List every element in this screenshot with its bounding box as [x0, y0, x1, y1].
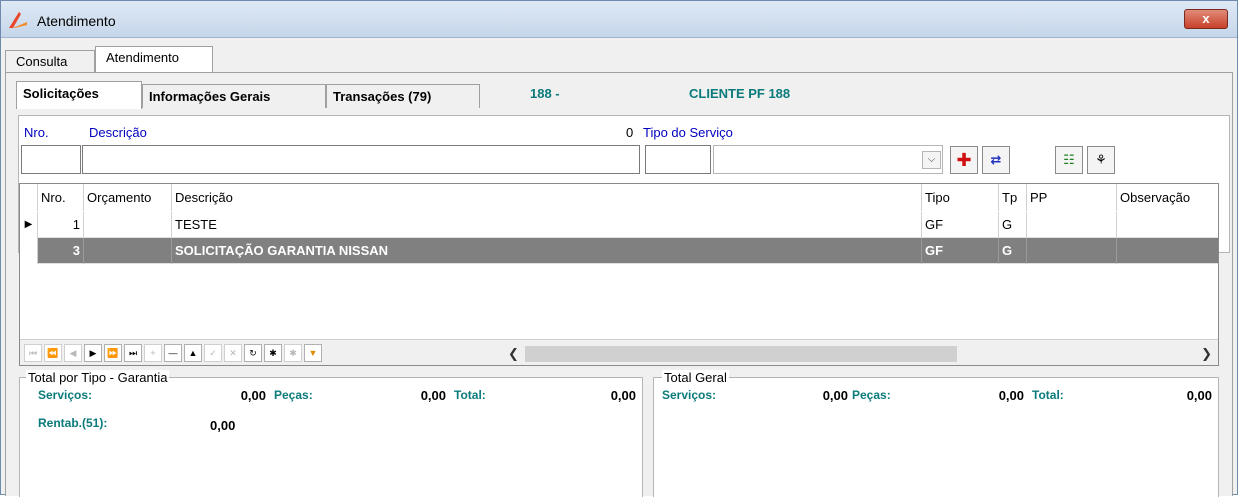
- app-logo-icon: [9, 12, 27, 28]
- geral-servicos-value: 0,00: [822, 388, 848, 403]
- grid-navigator: ⏮ ⏪ ◀ ▶ ⏩ ⏭ + — ▲ ✓ ✕ ↻ ✱ ✱ ▼ ❮ ❯: [20, 339, 1218, 365]
- next-page-icon[interactable]: ⏩: [104, 344, 122, 362]
- atendimento-window: Atendimento x Consulta Atendimento Solic…: [0, 0, 1238, 497]
- cell-observacao[interactable]: [1117, 238, 1218, 264]
- cell-pp[interactable]: [1027, 212, 1117, 238]
- char-counter: 0: [626, 125, 634, 140]
- geral-pecas-value: 0,00: [998, 388, 1024, 403]
- tipo-servico-code-field[interactable]: [645, 145, 711, 174]
- table-row[interactable]: ▶ 1 TESTE GF G: [20, 212, 1218, 238]
- refresh-icon[interactable]: ↻: [244, 344, 262, 362]
- filter-icon[interactable]: ▼: [304, 344, 322, 362]
- chevron-down-icon[interactable]: ⌵: [922, 151, 941, 169]
- tab-transacoes[interactable]: Transações (79): [326, 84, 480, 108]
- col-observacao[interactable]: Observação: [1117, 184, 1218, 211]
- tipo-servico-label: Tipo do Serviço: [643, 125, 733, 140]
- prev-page-icon[interactable]: ⏪: [44, 344, 62, 362]
- rentab-label: Rentab.(51):: [38, 416, 108, 430]
- cell-tipo[interactable]: GF: [922, 212, 999, 238]
- bookmark-icon[interactable]: ✱: [264, 344, 282, 362]
- geral-total-label: Total:: [1032, 388, 1064, 402]
- cell-pp[interactable]: [1027, 238, 1117, 264]
- total-geral-title: Total Geral: [662, 370, 729, 385]
- table-row[interactable]: 3 SOLICITAÇÃO GARANTIA NISSAN GF G: [20, 238, 1218, 264]
- tipo-total-value: 0,00: [610, 388, 636, 403]
- post-icon[interactable]: ✓: [204, 344, 222, 362]
- cell-descricao[interactable]: TESTE: [172, 212, 922, 238]
- cell-tipo[interactable]: GF: [922, 238, 999, 264]
- close-button[interactable]: x: [1184, 9, 1228, 29]
- add-plus-button[interactable]: ✚: [950, 146, 978, 174]
- tipo-servico-select[interactable]: ⌵: [713, 145, 943, 174]
- row-indicator: [20, 238, 38, 264]
- geral-total-value: 0,00: [1186, 388, 1212, 403]
- cell-observacao[interactable]: [1117, 212, 1218, 238]
- grid-header-indicator: [20, 184, 38, 211]
- descricao-label: Descrição: [89, 125, 147, 140]
- col-nro[interactable]: Nro.: [38, 184, 84, 211]
- cancel-icon[interactable]: ✕: [224, 344, 242, 362]
- nro-label: Nro.: [24, 125, 49, 140]
- cell-descricao[interactable]: SOLICITAÇÃO GARANTIA NISSAN: [172, 238, 922, 264]
- tab-consulta[interactable]: Consulta: [5, 50, 95, 72]
- nro-field[interactable]: [21, 145, 81, 174]
- delete-icon[interactable]: —: [164, 344, 182, 362]
- col-orcamento[interactable]: Orçamento: [84, 184, 172, 211]
- col-tp[interactable]: Tp: [999, 184, 1027, 211]
- tipo-pecas-label: Peças:: [274, 388, 313, 402]
- edit-icon[interactable]: ▲: [184, 344, 202, 362]
- cell-nro[interactable]: 3: [38, 238, 84, 264]
- cell-orcamento[interactable]: [84, 238, 172, 264]
- cell-tp[interactable]: G: [999, 212, 1027, 238]
- cell-orcamento[interactable]: [84, 212, 172, 238]
- oil-can-icon-button[interactable]: ⚘: [1087, 146, 1115, 174]
- transfer-icon-button[interactable]: ⇄: [982, 146, 1010, 174]
- col-tipo[interactable]: Tipo: [922, 184, 999, 211]
- total-por-tipo-group: Total por Tipo - Garantia Serviços: 0,00…: [19, 370, 643, 497]
- geral-servicos-label: Serviços:: [662, 388, 717, 402]
- row-pointer-icon: ▶: [20, 212, 38, 238]
- cell-tp[interactable]: G: [999, 238, 1027, 264]
- tipo-total-label: Total:: [454, 388, 486, 402]
- scroll-thumb[interactable]: [525, 346, 957, 362]
- descricao-field[interactable]: [82, 145, 640, 174]
- goto-bookmark-icon[interactable]: ✱: [284, 344, 302, 362]
- horizontal-scrollbar[interactable]: ❮ ❯: [508, 344, 1218, 364]
- tab-informacoes-gerais[interactable]: Informações Gerais: [142, 84, 326, 108]
- total-por-tipo-title: Total por Tipo - Garantia: [26, 370, 170, 385]
- geral-pecas-label: Peças:: [852, 388, 891, 402]
- people-icon-button[interactable]: ☷: [1055, 146, 1083, 174]
- client-code: 188 -: [530, 86, 560, 101]
- total-geral-group: Total Geral Serviços: 0,00 Peças: 0,00 T…: [653, 370, 1219, 497]
- scroll-right-icon[interactable]: ❯: [1201, 346, 1212, 362]
- tipo-servicos-label: Serviços:: [38, 388, 93, 402]
- next-record-icon[interactable]: ▶: [84, 344, 102, 362]
- first-page-icon[interactable]: ⏮: [24, 344, 42, 362]
- tipo-servicos-value: 0,00: [240, 388, 266, 403]
- cell-nro[interactable]: 1: [38, 212, 84, 238]
- col-pp[interactable]: PP: [1027, 184, 1117, 211]
- solicitations-grid: Nro. Orçamento Descrição Tipo Tp PP Obse…: [19, 183, 1219, 366]
- scroll-left-icon[interactable]: ❮: [508, 346, 519, 362]
- title-bar[interactable]: Atendimento x: [1, 1, 1237, 38]
- tab-solicitacoes[interactable]: Solicitações: [16, 81, 142, 109]
- tipo-pecas-value: 0,00: [420, 388, 446, 403]
- col-descricao[interactable]: Descrição: [172, 184, 922, 211]
- tab-atendimento[interactable]: Atendimento: [95, 46, 213, 73]
- rentab-value: 0,00: [210, 418, 236, 433]
- last-page-icon[interactable]: ⏭: [124, 344, 142, 362]
- client-name: CLIENTE PF 188: [689, 86, 791, 101]
- prev-record-icon[interactable]: ◀: [64, 344, 82, 362]
- window-title: Atendimento: [37, 13, 116, 29]
- insert-icon[interactable]: +: [144, 344, 162, 362]
